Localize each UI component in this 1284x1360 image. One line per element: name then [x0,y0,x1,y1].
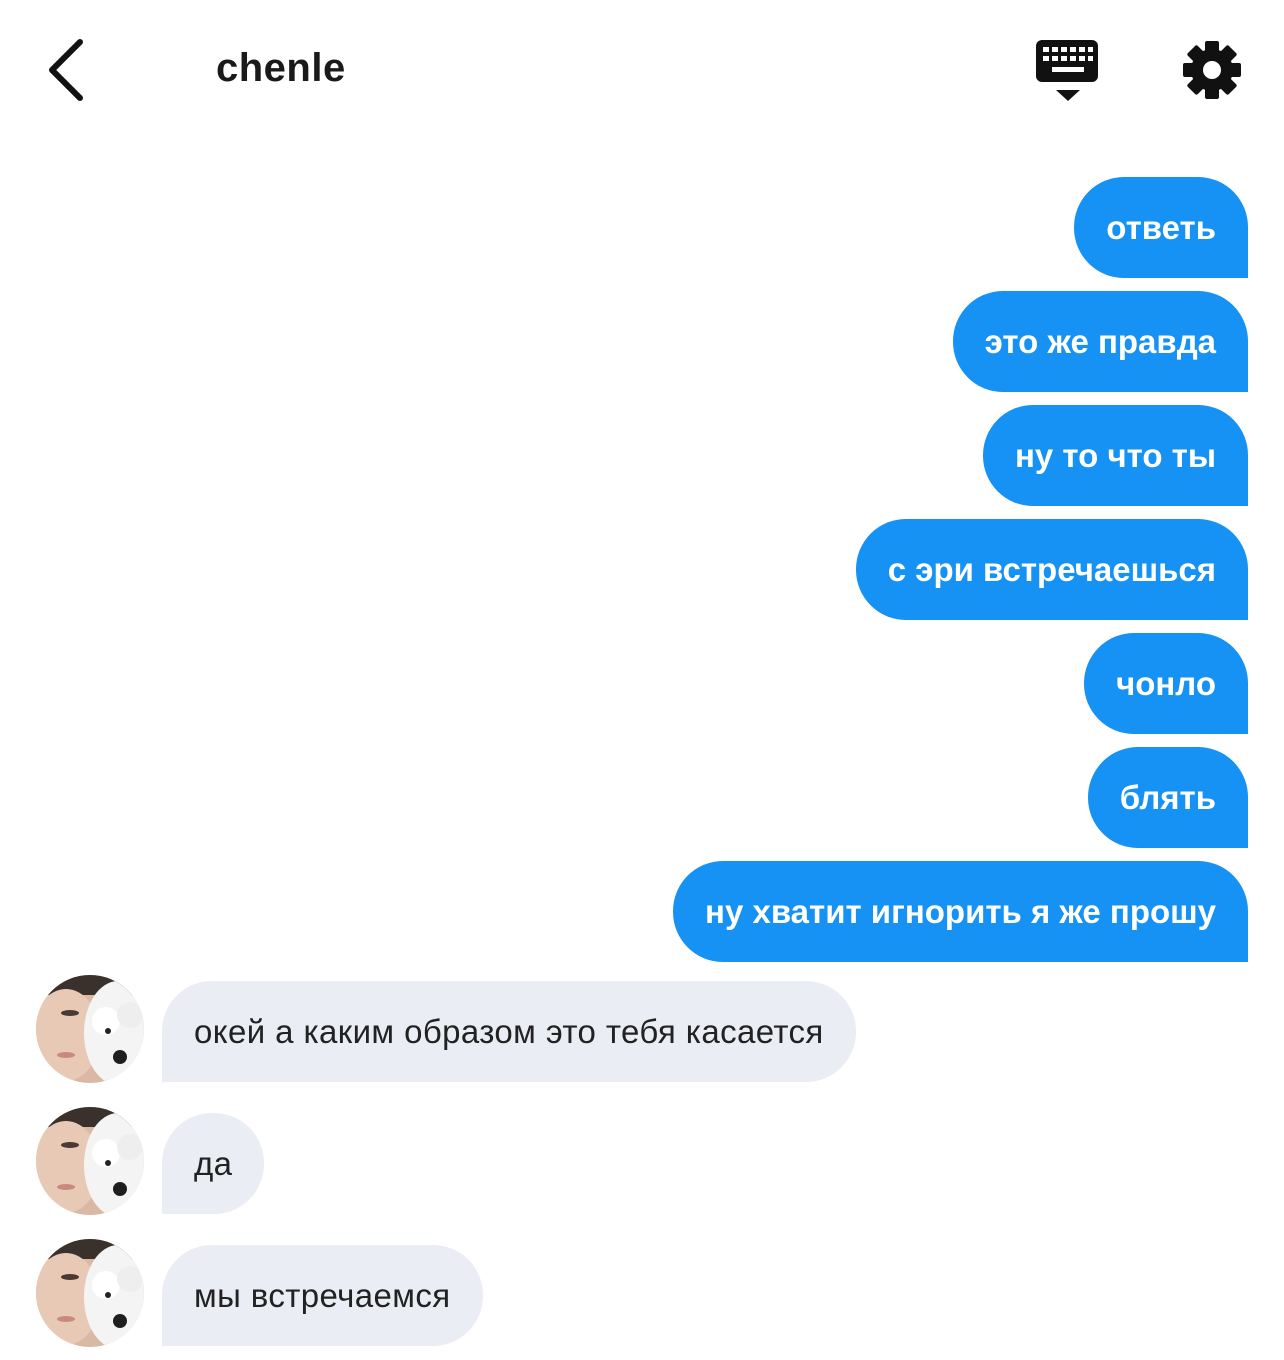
avatar[interactable] [36,975,144,1083]
outgoing-message[interactable]: чонло [1084,633,1248,734]
incoming-message[interactable]: окей а каким образом это тебя касается [162,981,856,1082]
back-button[interactable] [40,30,100,110]
settings-button[interactable] [1180,38,1244,102]
keyboard-hide-icon [1036,40,1098,101]
incoming-message[interactable]: мы встречаемся [162,1245,483,1346]
chat-header: chenle [0,0,1284,140]
outgoing-message[interactable]: блять [1087,747,1248,848]
outgoing-message[interactable]: это же правда [952,291,1248,392]
chat-title: chenle [216,46,346,90]
gear-icon [1183,41,1241,99]
outgoing-message[interactable]: ответь [1074,177,1248,278]
outgoing-message[interactable]: с эри встречаешься [855,519,1248,620]
avatar[interactable] [36,1107,144,1215]
chevron-left-icon [49,39,83,101]
outgoing-message[interactable]: ну то что ты [982,405,1248,506]
incoming-message[interactable]: да [162,1113,265,1214]
avatar[interactable] [36,1239,144,1347]
outgoing-message[interactable]: ну хватит игнорить я же прошу [673,861,1248,962]
keyboard-toggle-button[interactable] [1034,38,1102,104]
